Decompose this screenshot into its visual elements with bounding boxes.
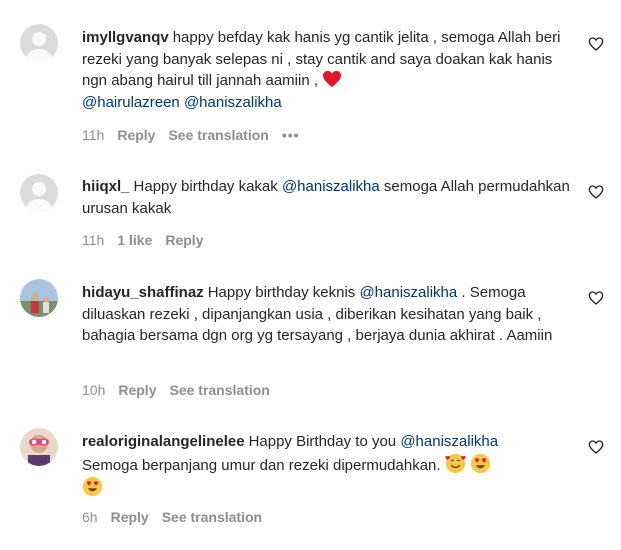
avatar[interactable] [20, 279, 58, 317]
likes-count-button[interactable]: 1 like [117, 232, 152, 248]
comment-meta: 6h Reply See translation [82, 509, 275, 525]
username-link[interactable]: hiiqxl_ [82, 178, 130, 195]
reply-button[interactable]: Reply [165, 232, 203, 248]
comment-body: Happy Birthday to you [248, 433, 397, 450]
comments-list: imyllgvanqv happy befday kak hanis yg can… [0, 0, 621, 550]
see-translation-button[interactable]: See translation [168, 127, 268, 143]
mention-link[interactable]: @hairulazreen [82, 94, 180, 111]
heart-eyes-icon [470, 453, 491, 473]
username-link[interactable]: imyllgvanqv [82, 29, 169, 46]
reply-button[interactable]: Reply [117, 127, 155, 143]
username-link[interactable]: hidayu_shaffinaz [82, 284, 204, 301]
like-heart-icon[interactable] [588, 36, 604, 52]
avatar[interactable] [20, 428, 58, 466]
comment-text: realoriginalangelinelee Happy Birthday to… [82, 431, 572, 500]
comment-meta: 11h 1 like Reply [82, 232, 216, 248]
avatar[interactable] [20, 174, 58, 212]
profile-photo [20, 279, 58, 317]
more-options-button[interactable]: ••• [282, 127, 300, 143]
red-heart-icon [323, 70, 342, 88]
like-heart-icon[interactable] [588, 439, 604, 455]
reply-button[interactable]: Reply [111, 509, 149, 525]
like-heart-icon[interactable] [588, 184, 604, 200]
timestamp[interactable]: 11h [82, 127, 104, 143]
like-heart-icon[interactable] [588, 290, 604, 306]
profile-photo [20, 428, 58, 466]
comment-meta: 10h Reply See translation [82, 382, 283, 398]
mention-link[interactable]: @haniszalikha [184, 94, 282, 111]
see-translation-button[interactable]: See translation [169, 382, 269, 398]
timestamp[interactable]: 10h [82, 382, 105, 398]
timestamp[interactable]: 6h [82, 509, 98, 525]
smiling-face-with-hearts-icon [445, 453, 466, 473]
comment-body: Semoga berpanjang umur dan rezeki diperm… [82, 456, 441, 474]
comment-body: Happy birthday kakak [133, 178, 278, 195]
see-translation-button[interactable]: See translation [162, 509, 262, 525]
mention-link[interactable]: @haniszalikha [359, 284, 457, 301]
comment-text: hidayu_shaffinaz Happy birthday keknis @h… [82, 282, 572, 347]
username-link[interactable]: realoriginalangelinelee [82, 433, 245, 450]
timestamp[interactable]: 11h [82, 232, 104, 248]
comment-body: Happy birthday keknis [207, 284, 356, 301]
heart-eyes-icon [82, 476, 103, 497]
avatar[interactable] [20, 24, 58, 62]
comment-text: hiiqxl_ Happy birthday kakak @haniszalikh… [82, 176, 572, 219]
comment-text: imyllgvanqv happy befday kak hanis yg can… [82, 27, 572, 113]
mention-link[interactable]: @haniszalikha [282, 178, 380, 195]
mention-link[interactable]: @haniszalikha [400, 433, 498, 450]
comment-meta: 11h Reply See translation ••• [82, 127, 313, 143]
reply-button[interactable]: Reply [118, 382, 156, 398]
